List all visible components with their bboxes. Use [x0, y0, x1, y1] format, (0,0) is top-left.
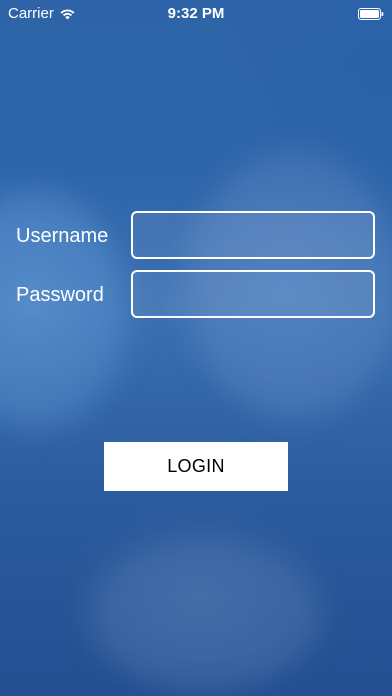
password-input[interactable] [131, 270, 375, 318]
username-row: Username [0, 211, 392, 259]
username-input[interactable] [131, 211, 375, 259]
background-blur-shape [90, 540, 320, 690]
background [0, 0, 392, 696]
login-button[interactable]: LOGIN [104, 442, 288, 491]
username-label: Username [16, 225, 109, 247]
password-row: Password [0, 270, 392, 318]
status-bar: Carrier 9:32 PM [0, 0, 392, 28]
password-label: Password [16, 284, 104, 306]
battery-icon [358, 8, 384, 20]
status-time: 9:32 PM [167, 5, 225, 22]
